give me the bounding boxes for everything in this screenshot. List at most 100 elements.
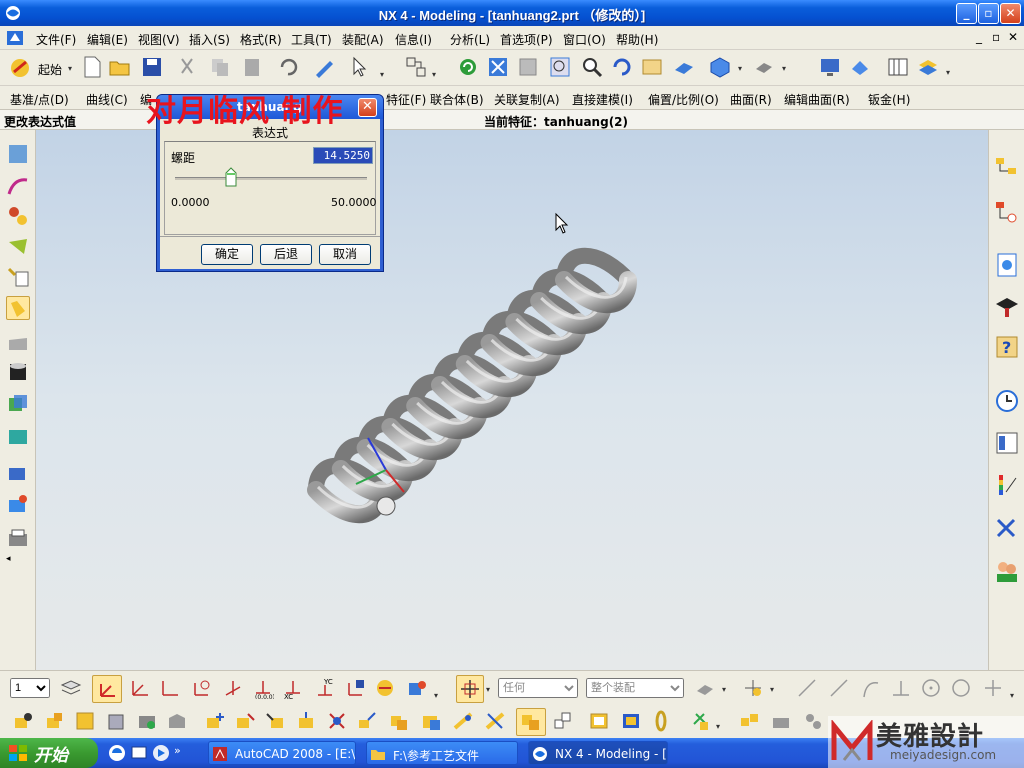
task-nx[interactable]: NX 4 - Modeling - [ta... <box>528 741 668 765</box>
tool-5-icon[interactable] <box>136 710 158 732</box>
menu-format[interactable]: 格式(R) <box>240 31 282 48</box>
surface-icon[interactable] <box>6 234 30 258</box>
param-value-input[interactable] <box>313 147 373 164</box>
clock-icon[interactable] <box>994 388 1020 414</box>
save-icon[interactable] <box>140 55 164 79</box>
menu-direct-modeling[interactable]: 直接建模(I) <box>572 91 633 108</box>
help-icon[interactable]: ? <box>994 334 1020 360</box>
wcs-orient-icon[interactable] <box>222 677 244 699</box>
curve-icon[interactable] <box>6 174 30 198</box>
roles-icon[interactable] <box>994 294 1020 320</box>
menu-tools[interactable]: 工具(T) <box>291 31 332 48</box>
open-folder-icon[interactable] <box>108 55 132 79</box>
history-icon[interactable] <box>994 252 1020 278</box>
menu-info[interactable]: 信息(I) <box>395 31 432 48</box>
hide-icon[interactable] <box>848 55 872 79</box>
doc-restore-button[interactable]: ▫ <box>992 30 1000 44</box>
menu-offset-scale[interactable]: 偏置/比例(O) <box>648 91 719 108</box>
rotate-icon[interactable] <box>610 55 634 79</box>
menu-preferences[interactable]: 首选项(P) <box>500 31 553 48</box>
tool-3-icon[interactable] <box>74 710 96 732</box>
tool-22-icon[interactable] <box>738 710 760 732</box>
menu-window[interactable]: 窗口(O) <box>563 31 606 48</box>
pan-icon[interactable] <box>640 55 664 79</box>
selection-mode-button[interactable] <box>456 675 484 703</box>
doc-close-button[interactable]: ✕ <box>1008 30 1018 44</box>
menu-file[interactable]: 文件(F) <box>36 31 76 48</box>
quicklaunch-expand-icon[interactable]: » <box>174 744 181 757</box>
scroll-arrow-icon[interactable]: ◂ <box>6 554 11 564</box>
slider-thumb[interactable] <box>225 167 237 187</box>
tool-12-icon[interactable] <box>356 710 378 732</box>
display-icon[interactable] <box>818 55 842 79</box>
sketch-icon[interactable] <box>6 142 30 166</box>
view-orient-icon[interactable] <box>752 55 776 79</box>
layer-settings-icon[interactable] <box>886 55 910 79</box>
circle-center-icon[interactable] <box>920 677 942 699</box>
zoom-region-icon[interactable] <box>548 55 572 79</box>
snap-point-icon[interactable] <box>742 677 764 699</box>
snap-settings-icon[interactable] <box>406 677 428 699</box>
ok-button[interactable]: 确定 <box>201 244 253 265</box>
menu-view[interactable]: 视图(V) <box>138 31 180 48</box>
undo-icon[interactable] <box>276 55 300 79</box>
type-filter-select[interactable]: 任何 <box>498 678 578 698</box>
slider-track[interactable] <box>175 177 367 180</box>
select-icon[interactable] <box>348 55 372 79</box>
layer-select[interactable]: 1 <box>10 678 50 698</box>
tools-icon[interactable] <box>994 516 1020 542</box>
line-icon[interactable] <box>796 677 818 699</box>
task-folder[interactable]: F:\参考工艺文件 <box>366 741 518 765</box>
menu-combine[interactable]: 联合体(B) <box>430 91 484 108</box>
boolean-icon[interactable] <box>6 392 30 416</box>
wcs-yc-icon[interactable]: YC <box>314 677 336 699</box>
maximize-button[interactable]: ▫ <box>978 3 999 24</box>
layer-move-icon[interactable] <box>916 55 940 79</box>
wcs-active-button[interactable] <box>92 675 122 703</box>
solid-grey-icon[interactable] <box>6 330 30 354</box>
menu-assemblies[interactable]: 装配(A) <box>342 31 384 48</box>
wcs-save-icon[interactable] <box>344 677 366 699</box>
assembly-icon[interactable] <box>6 424 30 448</box>
wcs-display-icon[interactable] <box>374 677 396 699</box>
dialog-close-button[interactable]: ✕ <box>358 98 377 117</box>
arc-icon[interactable] <box>860 677 882 699</box>
tool-21-icon[interactable] <box>690 710 712 732</box>
users-icon[interactable] <box>994 558 1020 584</box>
doc-minimize-button[interactable]: _ <box>976 30 982 44</box>
tool-11-icon[interactable] <box>326 710 348 732</box>
tool-7-icon[interactable] <box>204 710 226 732</box>
cut-icon[interactable] <box>176 55 200 79</box>
render-style-icon[interactable] <box>708 55 732 79</box>
tool-9-icon[interactable] <box>264 710 286 732</box>
menu-edit[interactable]: 编辑(E) <box>87 31 128 48</box>
back-button[interactable]: 后退 <box>260 244 312 265</box>
minimize-button[interactable]: _ <box>956 3 977 24</box>
show-desktop-icon[interactable] <box>130 744 148 762</box>
wcs-rotate-icon[interactable] <box>190 677 212 699</box>
tool-15-icon[interactable] <box>452 710 474 732</box>
zoom-window-icon[interactable] <box>516 55 540 79</box>
menu-analysis[interactable]: 分析(L) <box>450 31 490 48</box>
tool-14-icon[interactable] <box>420 710 442 732</box>
tool-23-icon[interactable] <box>770 710 792 732</box>
menu-help[interactable]: 帮助(H) <box>616 31 658 48</box>
wcs-origin-icon[interactable] <box>158 677 180 699</box>
tool-19-icon[interactable] <box>588 710 610 732</box>
cylinder-icon[interactable] <box>6 360 30 384</box>
zoom-icon[interactable] <box>580 55 604 79</box>
fit-icon[interactable] <box>486 55 510 79</box>
edit-object-icon[interactable] <box>312 55 336 79</box>
wcs-dynamics-icon[interactable] <box>128 677 150 699</box>
motion-icon[interactable] <box>6 492 30 516</box>
copy-icon[interactable] <box>208 55 232 79</box>
operation-icon[interactable] <box>6 266 30 290</box>
close-button[interactable]: ✕ <box>1000 3 1021 24</box>
wcs-xc-icon[interactable]: XC <box>282 677 304 699</box>
doc-icon[interactable] <box>6 29 24 47</box>
wcs-absolute-icon[interactable]: (0,0,0) <box>252 677 274 699</box>
task-autocad[interactable]: AutoCAD 2008 - [E:\... <box>208 741 356 765</box>
menu-curve[interactable]: 曲线(C) <box>86 91 128 108</box>
menu-edit-surface[interactable]: 编辑曲面(R) <box>784 91 850 108</box>
new-file-icon[interactable] <box>80 55 104 79</box>
